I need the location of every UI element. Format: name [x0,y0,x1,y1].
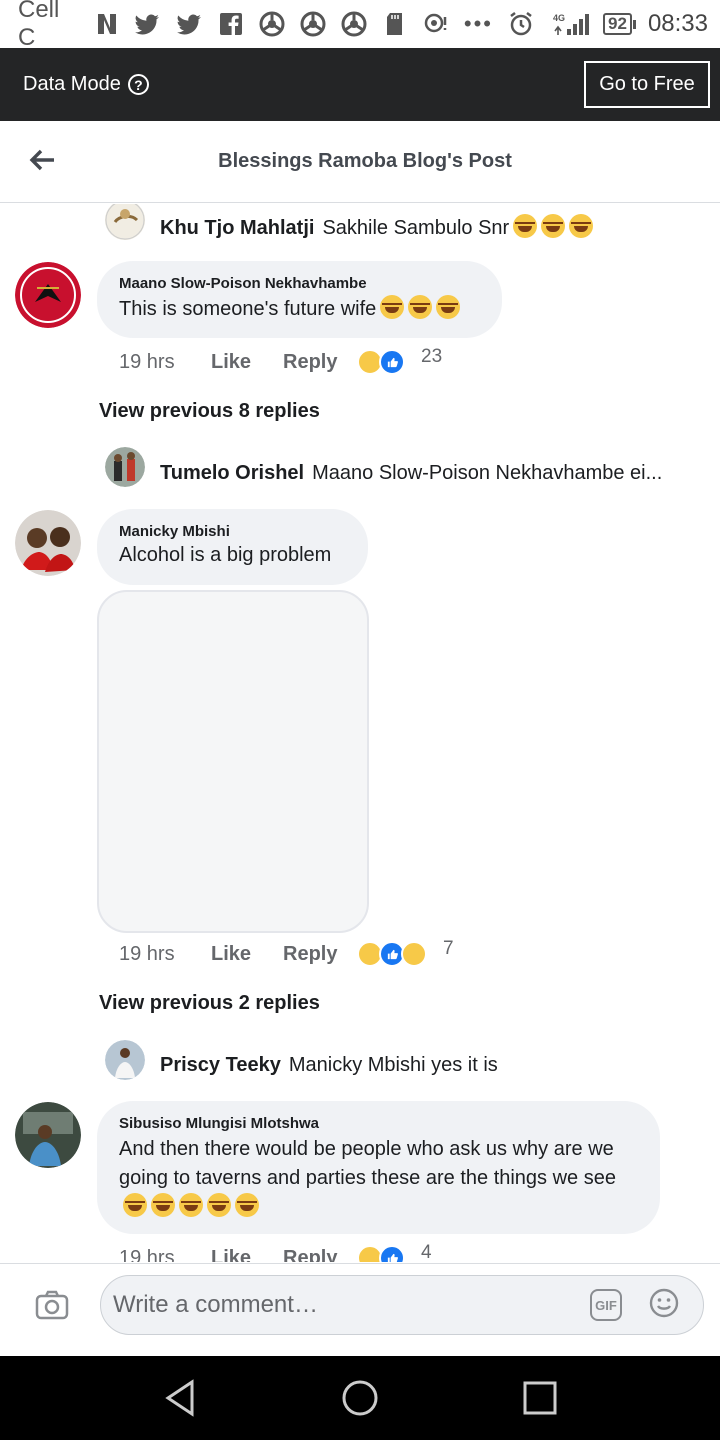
help-icon[interactable]: ? [127,74,149,95]
status-bar: Cell C ••• 4G 92 08:33 [0,0,720,51]
like-button[interactable]: Like [211,1247,283,1263]
reply-button[interactable]: Reply [283,943,357,966]
chrome-notification-icon [337,9,372,39]
comment-text: And then there would be people who ask u… [119,1138,616,1189]
back-nav-icon[interactable] [160,1378,200,1418]
go-to-free-button[interactable]: Go to Free [584,61,710,108]
avatar[interactable] [105,1040,145,1080]
data-mode-label: Data Mode [23,73,121,95]
avatar[interactable] [105,204,145,240]
carrier-name: Cell C [18,0,60,51]
comment-bubble[interactable]: Sibusiso Mlungisi Mlotshwa And then ther… [97,1101,660,1234]
crying-emoji [436,295,461,319]
comment-thread[interactable]: Khu Tjo Mahlatji Sakhile Sambulo Snr Maan… [0,204,720,1262]
reaction-count[interactable]: 4 [421,1242,432,1262]
avatar[interactable] [105,447,145,487]
back-arrow-icon[interactable] [28,146,56,174]
comment-text: Alcohol is a big problem [119,544,332,566]
sad-reaction-icon [401,941,427,967]
like-button[interactable]: Like [211,943,283,966]
comment-bubble[interactable]: Manicky Mbishi Alcohol is a big problem [97,509,368,585]
comment-author[interactable]: Maano Slow-Poison Nekhavhambe [119,275,480,292]
reply-text: Sakhile Sambulo Snr [322,217,510,239]
comment-actions: 19 hrs Like Reply 4 [119,1242,432,1263]
avatar[interactable] [15,1102,81,1168]
like-reaction-icon [379,1245,405,1262]
system-navigation-bar [0,1356,720,1440]
comment-time: 19 hrs [119,1246,175,1263]
gif-icon[interactable]: GIF [590,1289,622,1321]
battery-level: 92 [603,13,632,35]
comment-attachment[interactable] [97,590,369,933]
alarm-icon [503,9,539,39]
reply-author[interactable]: Khu Tjo Mahlatji [160,217,314,239]
tears-of-joy-emoji [569,214,594,238]
comment-author[interactable]: Sibusiso Mlungisi Mlotshwa [119,1115,638,1132]
reply-button[interactable]: Reply [283,1247,357,1263]
battery-indicator: 92 [603,13,636,35]
comment-bubble[interactable]: Maano Slow-Poison Nekhavhambe This is so… [97,261,502,338]
hotspot-icon [419,9,454,39]
tears-of-joy-emoji [151,1193,175,1217]
reply-preview[interactable]: Priscy Teeky Manicky Mbishi yes it is [160,1054,498,1077]
twitter-notification-icon [131,9,166,39]
crying-emoji [380,295,405,319]
page-title: Blessings Ramoba Blog's Post [218,150,512,172]
data-mode-bar: Data Mode ? Go to Free [0,48,720,121]
tears-of-joy-emoji [207,1193,231,1217]
like-reaction-icon [379,349,405,375]
netflix-notification-icon [90,9,125,39]
post-header: Blessings Ramoba Blog's Post [0,121,720,203]
reaction-summary[interactable] [357,1245,405,1262]
comment-composer: GIF [0,1263,720,1356]
comment-actions: 19 hrs Like Reply 23 [119,346,442,375]
reply-author[interactable]: Priscy Teeky [160,1054,281,1076]
view-previous-replies[interactable]: View previous 8 replies [99,400,320,423]
comment-author[interactable]: Manicky Mbishi [119,523,346,540]
tears-of-joy-emoji [513,214,538,238]
avatar[interactable] [15,262,81,328]
reply-preview[interactable]: Tumelo Orishel Maano Slow-Poison Nekhavha… [160,462,662,485]
reaction-count[interactable]: 23 [421,346,442,368]
tears-of-joy-emoji [235,1193,259,1217]
chrome-notification-icon [295,9,330,39]
like-button[interactable]: Like [211,351,283,374]
home-nav-icon[interactable] [340,1378,380,1418]
twitter-notification-icon [172,9,207,39]
camera-icon[interactable] [34,1287,70,1323]
tears-of-joy-emoji [179,1193,203,1217]
avatar[interactable] [15,510,81,576]
crying-emoji [408,295,433,319]
chrome-notification-icon [254,9,289,39]
view-previous-replies[interactable]: View previous 2 replies [99,992,320,1015]
reaction-summary[interactable] [357,349,405,375]
sd-card-icon [378,9,413,39]
reply-preview[interactable]: Khu Tjo Mahlatji Sakhile Sambulo Snr [160,214,594,240]
reply-text: Maano Slow-Poison Nekhavhambe ei... [312,462,663,484]
emoji-picker-icon[interactable] [648,1287,680,1319]
comment-actions: 19 hrs Like Reply 7 [119,938,454,967]
signal-icon: 4G [551,9,591,39]
reaction-summary[interactable] [357,941,427,967]
comment-time: 19 hrs [119,942,175,965]
reply-text: Manicky Mbishi yes it is [288,1054,498,1076]
more-notifications-icon: ••• [463,11,493,36]
comment-text: This is someone's future wife [119,298,377,320]
network-type-label: 4G [553,13,565,23]
clock: 08:33 [647,10,708,37]
reply-button[interactable]: Reply [283,351,357,374]
tears-of-joy-emoji [123,1193,147,1217]
tears-of-joy-emoji [541,214,566,238]
recents-nav-icon[interactable] [520,1378,560,1418]
reply-author[interactable]: Tumelo Orishel [160,462,304,484]
reaction-count[interactable]: 7 [443,938,454,960]
comment-time: 19 hrs [119,350,175,373]
facebook-notification-icon [213,9,248,39]
